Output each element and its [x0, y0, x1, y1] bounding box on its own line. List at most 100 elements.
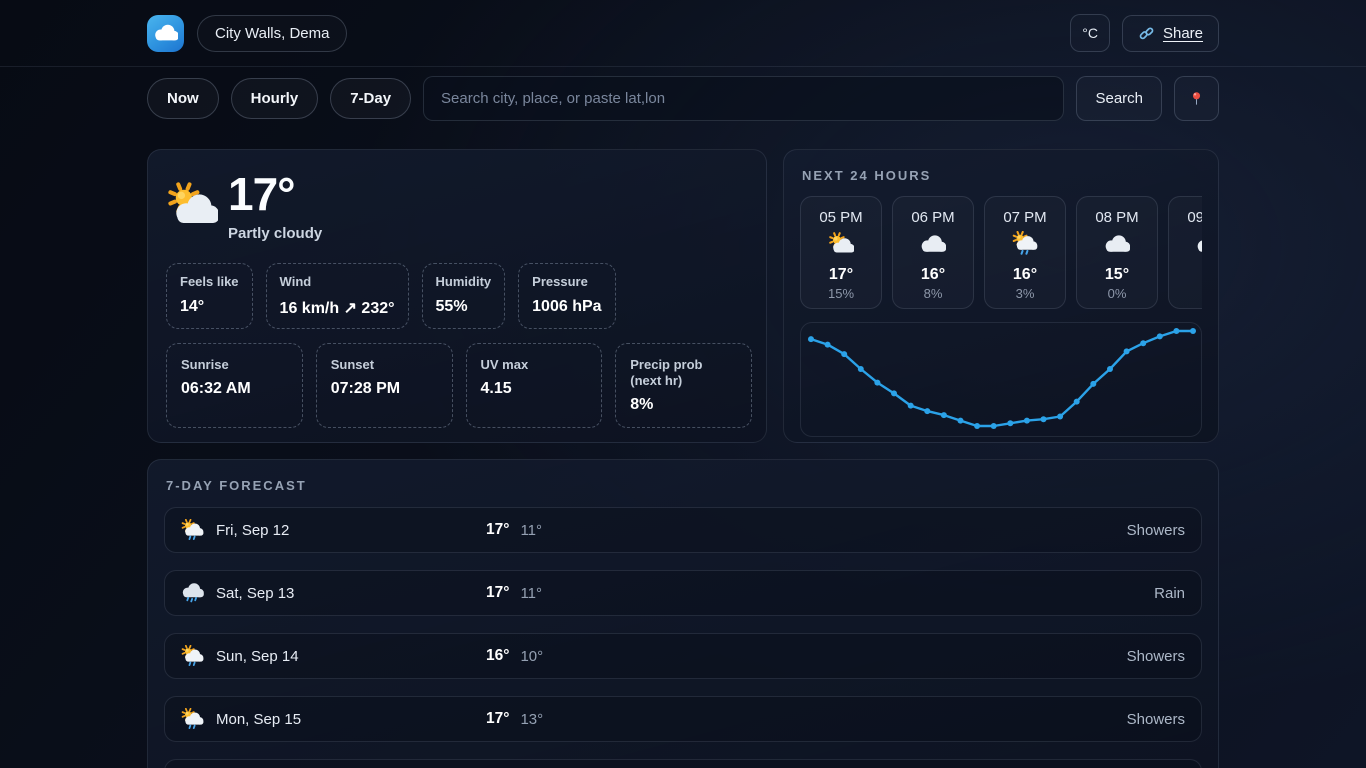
stat-value: 55%: [436, 298, 492, 316]
hour-precip: 3%: [989, 286, 1061, 301]
forecast-row-sat-sep-13[interactable]: Sat, Sep 13 17° 11° Rain: [164, 570, 1202, 616]
hour-time: 07 PM: [989, 209, 1061, 226]
pushpin-icon: [1187, 89, 1206, 108]
hour-precip: 0%: [1081, 286, 1153, 301]
hour-card-06-pm[interactable]: 06 PM 16° 8%: [892, 196, 974, 309]
stat-label: Sunset: [331, 357, 438, 373]
next-24-hours-card: NEXT 24 HOURS 05 PM 17° 15%06 PM 16° 8%0…: [783, 149, 1219, 443]
location-pill[interactable]: City Walls, Dema: [197, 15, 347, 52]
stats-row-1: Feels like 14°Wind 16 km/h ↗ 232°Humidit…: [166, 263, 752, 328]
hour-temp: 17°: [805, 266, 877, 284]
day-low-temp: 10°: [520, 648, 543, 665]
tab-7day[interactable]: 7-Day: [330, 78, 411, 119]
link-icon: [1138, 25, 1155, 42]
locate-button[interactable]: [1174, 76, 1219, 121]
stat-chip-pressure: Pressure 1006 hPa: [518, 263, 615, 328]
hour-time: 05 PM: [805, 209, 877, 226]
hourly-strip: 05 PM 17° 15%06 PM 16° 8%07 PM: [800, 196, 1202, 309]
partly-cloudy-icon: [166, 180, 218, 232]
stat-label: Humidity: [436, 274, 492, 290]
day-high-temp: 17°: [486, 521, 509, 539]
hour-card-07-pm[interactable]: 07 PM 16° 3%: [984, 196, 1066, 309]
navbar: Now Hourly 7-Day Search: [0, 67, 1366, 129]
hour-time: 09 PM: [1173, 209, 1202, 226]
hour-time: 06 PM: [897, 209, 969, 226]
hour-temp: 16°: [989, 266, 1061, 284]
day-condition: Showers: [1127, 711, 1185, 728]
forecast-row-fri-sep-12[interactable]: Fri, Sep 12 17° 11° Showers: [164, 507, 1202, 553]
stat-chip-uv-max: UV max 4.15: [466, 343, 603, 429]
main-content: 17° Partly cloudy Feels like 14°Wind 16 …: [147, 149, 1219, 768]
search-input[interactable]: [423, 76, 1064, 121]
sun-behind-rain-cloud-icon: [181, 645, 204, 668]
stat-value: 4.15: [481, 380, 588, 398]
hour-time: 08 PM: [1081, 209, 1153, 226]
sun-behind-cloud-icon: [828, 231, 854, 257]
day-label: Sun, Sep 14: [216, 648, 299, 665]
hour-precip: 8%: [897, 286, 969, 301]
current-condition: Partly cloudy: [228, 225, 322, 242]
cloud-icon: [1196, 231, 1202, 257]
cloud-icon: [920, 231, 946, 257]
current-hero: 17° Partly cloudy: [166, 170, 752, 242]
forecast-row-sun-sep-14[interactable]: Sun, Sep 14 16° 10° Showers: [164, 633, 1202, 679]
stat-chip-wind: Wind 16 km/h ↗ 232°: [266, 263, 409, 328]
stat-value: 1006 hPa: [532, 298, 601, 316]
hour-temp: 16°: [897, 266, 969, 284]
day-label: Fri, Sep 12: [216, 522, 289, 539]
stat-value: 14°: [180, 298, 239, 316]
hour-precip: 15%: [805, 286, 877, 301]
day-low-temp: 11°: [520, 522, 542, 539]
sun-behind-rain-cloud-icon: [1012, 231, 1038, 257]
sun-behind-rain-cloud-icon: [181, 708, 204, 731]
stat-label: Wind: [280, 274, 395, 290]
forecast-row-mon-sep-15[interactable]: Mon, Sep 15 17° 13° Showers: [164, 696, 1202, 742]
day-high-temp: 17°: [486, 584, 509, 602]
hour-card-05-pm[interactable]: 05 PM 17° 15%: [800, 196, 882, 309]
share-button[interactable]: Share: [1122, 15, 1219, 52]
stat-chip-feels-like: Feels like 14°: [166, 263, 253, 328]
day-condition: Rain: [1154, 585, 1185, 602]
cloud-logo-icon: [154, 21, 178, 45]
hour-card-08-pm[interactable]: 08 PM 15° 0%: [1076, 196, 1158, 309]
stat-label: Feels like: [180, 274, 239, 290]
unit-toggle-button[interactable]: °C: [1070, 14, 1110, 52]
day-low-temp: 13°: [520, 711, 543, 728]
stat-chip-sunrise: Sunrise 06:32 AM: [166, 343, 303, 429]
stat-chip-humidity: Humidity 55%: [422, 263, 506, 328]
stat-value: 8%: [630, 396, 737, 414]
stat-label: UV max: [481, 357, 588, 373]
topbar: City Walls, Dema °C Share: [0, 0, 1366, 67]
stat-value: 06:32 AM: [181, 380, 288, 398]
cloud-icon: [1104, 231, 1130, 257]
sun-behind-rain-cloud-icon: [181, 519, 204, 542]
seven-day-forecast-card: 7-DAY FORECAST Fri, Sep 12 17° 11° Showe…: [147, 459, 1219, 768]
hourly-temp-chart: [800, 322, 1202, 437]
day-low-temp: 11°: [520, 585, 542, 602]
current-temperature: 17°: [228, 170, 322, 218]
day-label: Sat, Sep 13: [216, 585, 294, 602]
day-condition: Showers: [1127, 522, 1185, 539]
stat-chip-precip-prob-next-hr: Precip prob (next hr) 8%: [615, 343, 752, 429]
search-button[interactable]: Search: [1076, 76, 1162, 121]
day-high-temp: 17°: [486, 710, 509, 728]
next-24-hours-title: NEXT 24 HOURS: [802, 168, 1202, 183]
forecast-row-partial[interactable]: [164, 759, 1202, 768]
day-condition: Showers: [1127, 648, 1185, 665]
tab-hourly[interactable]: Hourly: [231, 78, 319, 119]
forecast-rows: Fri, Sep 12 17° 11° Showers Sat, Sep 13 …: [164, 507, 1202, 768]
stat-value: 07:28 PM: [331, 380, 438, 398]
stats-row-2: Sunrise 06:32 AM Sunset 07:28 PM UV max 4.…: [166, 343, 752, 429]
hour-temp: 15°: [1081, 266, 1153, 284]
tab-now[interactable]: Now: [147, 78, 219, 119]
weather-app: City Walls, Dema °C Share Now Hourly 7-D…: [0, 0, 1366, 768]
stat-label: Sunrise: [181, 357, 288, 373]
stat-label: Pressure: [532, 274, 601, 290]
stat-label: Precip prob (next hr): [630, 357, 737, 390]
share-label: Share: [1163, 25, 1203, 42]
day-label: Mon, Sep 15: [216, 711, 301, 728]
seven-day-title: 7-DAY FORECAST: [166, 478, 1202, 493]
hour-card-09-pm[interactable]: 09 PM: [1168, 196, 1202, 309]
app-logo[interactable]: [147, 15, 184, 52]
day-high-temp: 16°: [486, 647, 509, 665]
